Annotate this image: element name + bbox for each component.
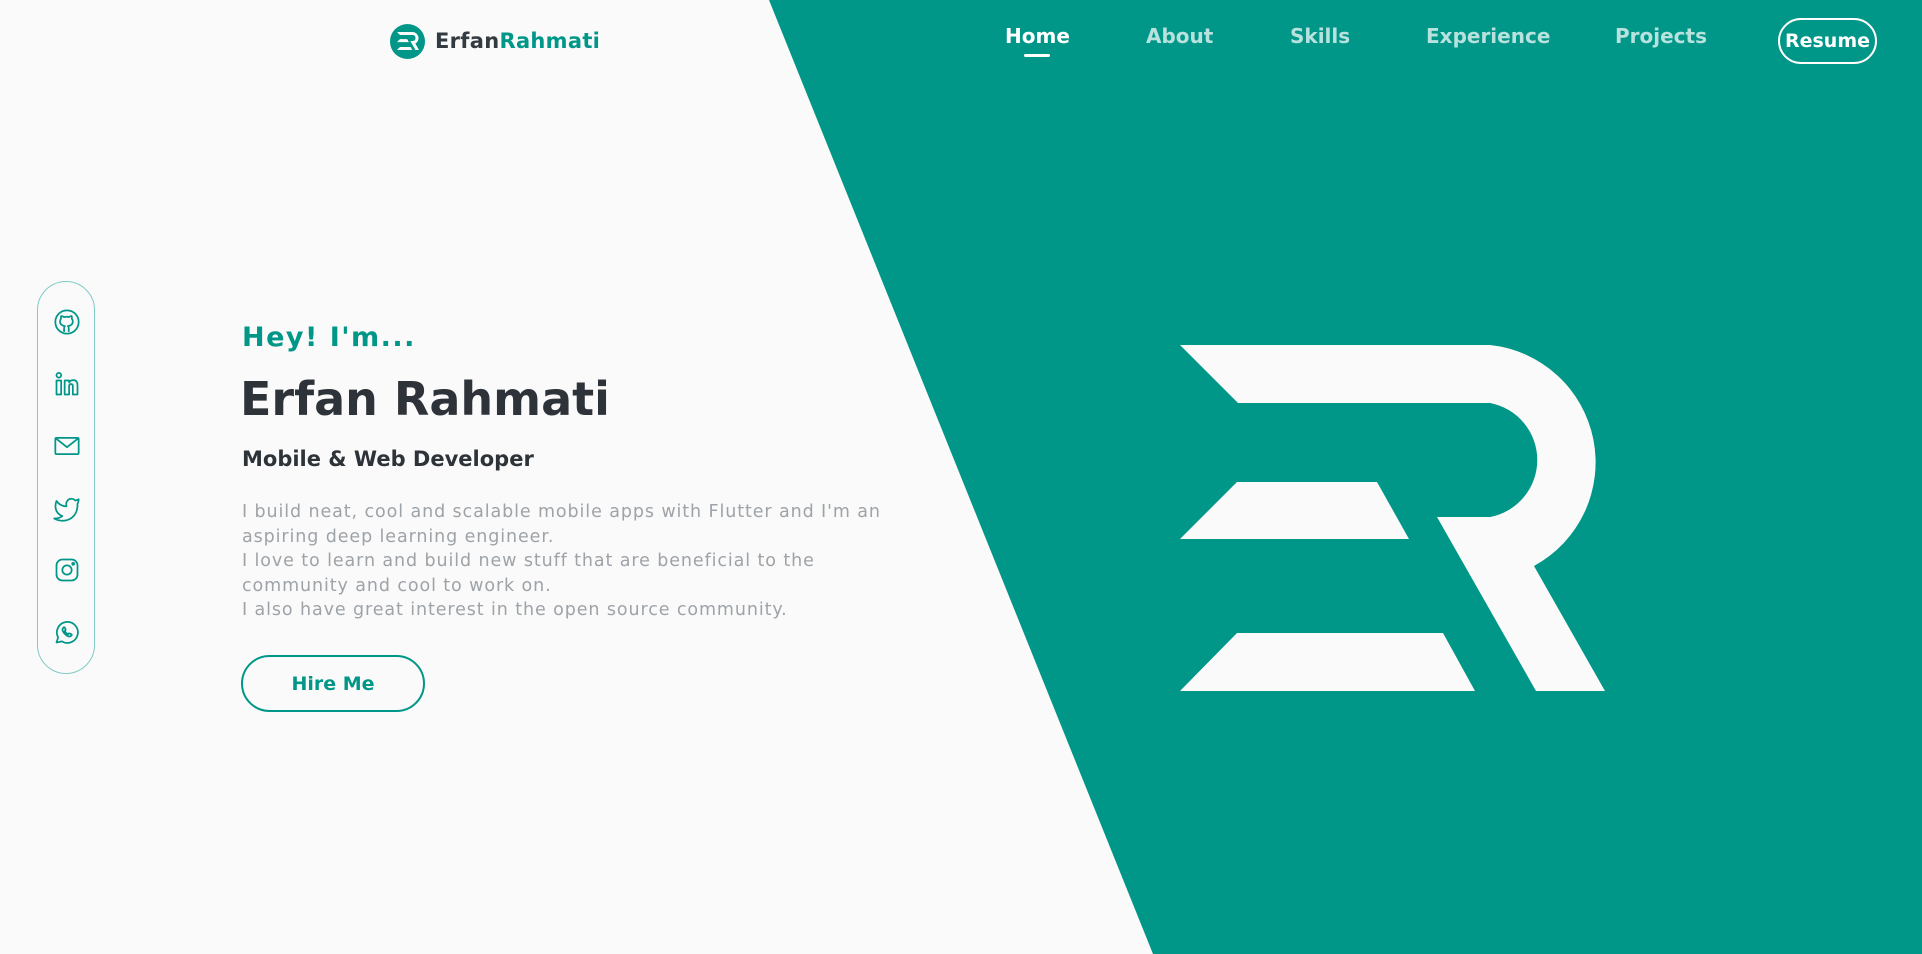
active-nav-indicator <box>1024 54 1051 57</box>
linkedin-icon[interactable] <box>52 369 82 399</box>
nav-projects[interactable]: Projects <box>1615 24 1707 48</box>
resume-button[interactable]: Resume <box>1778 18 1877 64</box>
nav-home[interactable]: Home <box>1005 24 1070 57</box>
brand-logo-link[interactable]: ErfanRahmati <box>390 23 600 59</box>
bio-paragraph: I love to learn and build new stuff that… <box>242 551 815 596</box>
whatsapp-icon[interactable] <box>52 617 82 647</box>
logo-middle-bar <box>1180 482 1409 539</box>
er-logo-icon <box>390 23 425 59</box>
hero-greeting: Hey! I'm... <box>242 322 416 353</box>
nav-home-label: Home <box>1005 24 1070 48</box>
navbar: ErfanRahmati Home About Skills Experienc… <box>0 0 1922 82</box>
hero-role: Mobile & Web Developer <box>242 447 534 471</box>
brand-name: ErfanRahmati <box>435 29 600 53</box>
hero-bio: I build neat, cool and scalable mobile a… <box>242 500 882 623</box>
bio-paragraph: I build neat, cool and scalable mobile a… <box>242 502 881 547</box>
nav-about[interactable]: About <box>1146 24 1213 48</box>
mail-icon[interactable] <box>52 431 82 461</box>
nav-skills[interactable]: Skills <box>1290 24 1350 48</box>
hire-me-button[interactable]: Hire Me <box>241 655 425 712</box>
teal-diagonal-background <box>769 0 1922 954</box>
nav-experience[interactable]: Experience <box>1426 24 1550 48</box>
brand-first-name: Erfan <box>435 29 500 53</box>
bio-paragraph: I also have great interest in the open s… <box>242 600 788 620</box>
github-icon[interactable] <box>52 307 82 337</box>
social-sidebar <box>37 281 95 674</box>
logo-bottom-bar <box>1180 633 1475 691</box>
instagram-icon[interactable] <box>52 555 82 585</box>
twitter-icon[interactable] <box>52 493 82 523</box>
er-logo-graphic <box>1180 345 1605 691</box>
hero-name: Erfan Rahmati <box>240 372 610 426</box>
brand-last-name: Rahmati <box>499 29 601 53</box>
